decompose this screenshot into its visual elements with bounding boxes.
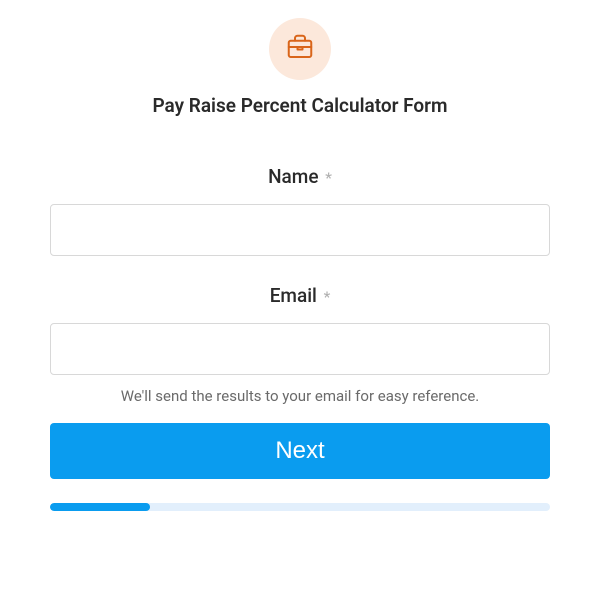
email-label: Email *: [270, 284, 331, 307]
header-icon-circle: [269, 18, 331, 80]
email-input[interactable]: [50, 323, 550, 375]
form-title: Pay Raise Percent Calculator Form: [152, 94, 447, 117]
name-label-text: Name: [268, 165, 318, 188]
name-field-group: Name *: [50, 165, 550, 256]
briefcase-icon: [285, 32, 315, 66]
required-asterisk: *: [325, 169, 332, 187]
next-button[interactable]: Next: [50, 423, 550, 479]
email-field-group: Email * We'll send the results to your e…: [50, 284, 550, 405]
name-label: Name *: [268, 165, 332, 188]
progress-fill: [50, 503, 150, 511]
progress-bar: [50, 503, 550, 511]
required-asterisk: *: [324, 288, 331, 306]
name-input[interactable]: [50, 204, 550, 256]
form-container: Name * Email * We'll send the results to…: [50, 165, 550, 479]
email-helper-text: We'll send the results to your email for…: [121, 387, 480, 405]
email-label-text: Email: [270, 284, 317, 307]
